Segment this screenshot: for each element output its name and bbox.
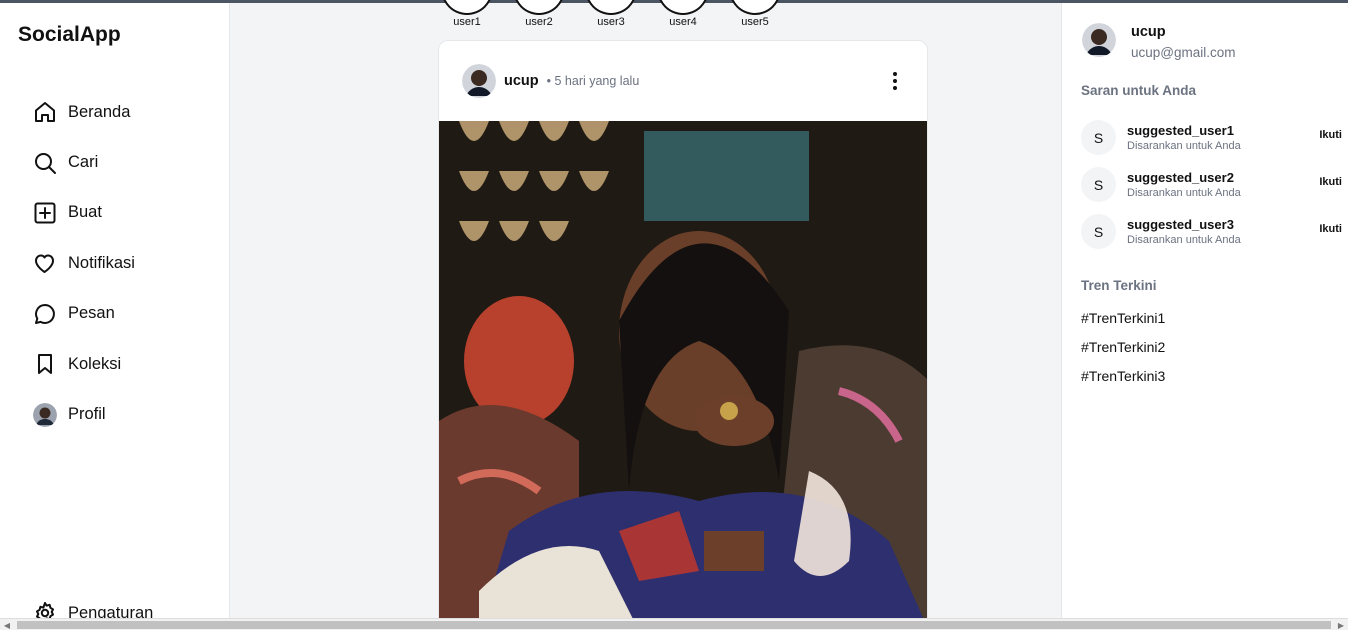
home-icon <box>32 100 57 125</box>
suggestion-subtitle: Disarankan untuk Anda <box>1127 187 1241 199</box>
nav-label: Pesan <box>68 304 115 323</box>
trend-item[interactable]: #TrenTerkini3 <box>1081 368 1165 397</box>
bookmark-icon <box>32 352 57 377</box>
suggestion-info: suggested_user3 Disarankan untuk Anda <box>1127 217 1241 246</box>
scroll-left-icon[interactable]: ◀ <box>0 619 14 630</box>
post-header: ucup • 5 hari yang lalu <box>439 41 927 121</box>
avatar[interactable]: S <box>1081 120 1116 155</box>
suggestion-info: suggested_user1 Disarankan untuk Anda <box>1127 123 1241 152</box>
nav-item-pesan[interactable]: Pesan <box>32 289 135 339</box>
nav-label: Cari <box>68 153 99 172</box>
story-item[interactable]: user1 <box>431 0 503 28</box>
story-username: user2 <box>525 16 553 28</box>
nav-label: Koleksi <box>68 354 122 373</box>
follow-button[interactable]: Ikuti <box>1319 223 1342 235</box>
trend-item[interactable]: #TrenTerkini1 <box>1081 310 1165 339</box>
post-timestamp: • 5 hari yang lalu <box>546 74 640 88</box>
scroll-right-icon[interactable]: ▶ <box>1334 619 1348 630</box>
post-image[interactable] <box>439 121 927 629</box>
current-user-info: ucup ucup@gmail.com <box>1131 23 1236 60</box>
follow-button[interactable]: Ikuti <box>1319 129 1342 141</box>
heart-icon <box>32 251 57 276</box>
trend-item[interactable]: #TrenTerkini2 <box>1081 339 1165 368</box>
nav-label: Buat <box>68 203 102 222</box>
nav-item-beranda[interactable]: Beranda <box>32 87 135 137</box>
story-username: user5 <box>741 16 769 28</box>
post-author-username[interactable]: ucup <box>504 73 539 89</box>
right-sidebar: ucup ucup@gmail.com Saran untuk Anda S s… <box>1061 3 1348 618</box>
story-avatar <box>585 0 637 15</box>
nav-item-cari[interactable]: Cari <box>32 137 135 187</box>
story-avatar <box>657 0 709 15</box>
avatar[interactable]: S <box>1081 214 1116 249</box>
main-nav: Beranda Cari Buat Notifikasi Pesan Kolek… <box>32 87 135 440</box>
nav-item-buat[interactable]: Buat <box>32 188 135 238</box>
suggestion-username[interactable]: suggested_user2 <box>1127 170 1241 185</box>
avatar <box>32 402 57 427</box>
nav-label: Beranda <box>68 102 131 121</box>
story-item[interactable]: user5 <box>719 0 791 28</box>
stories-bar: user1 user2 user3 user4 user5 <box>431 0 791 28</box>
suggestion-subtitle: Disarankan untuk Anda <box>1127 140 1241 152</box>
suggestion-username[interactable]: suggested_user3 <box>1127 217 1241 232</box>
story-item[interactable]: user3 <box>575 0 647 28</box>
story-username: user1 <box>453 16 481 28</box>
suggestions-list: S suggested_user1 Disarankan untuk Anda … <box>1081 114 1342 255</box>
current-user-avatar <box>1082 23 1116 57</box>
story-avatar <box>729 0 781 15</box>
list-item: S suggested_user3 Disarankan untuk Anda … <box>1081 208 1342 255</box>
message-circle-icon <box>32 301 57 326</box>
plus-square-icon <box>32 200 57 225</box>
search-icon <box>32 150 57 175</box>
horizontal-scrollbar[interactable]: ◀ ▶ <box>0 618 1348 630</box>
left-sidebar: SocialApp Beranda Cari Buat Notifikasi P… <box>0 3 230 625</box>
nav-item-notifikasi[interactable]: Notifikasi <box>32 238 135 288</box>
story-username: user4 <box>669 16 697 28</box>
list-item: S suggested_user2 Disarankan untuk Anda … <box>1081 161 1342 208</box>
story-item[interactable]: user2 <box>503 0 575 28</box>
nav-label: Profil <box>68 405 106 424</box>
suggestions-title: Saran untuk Anda <box>1081 83 1197 98</box>
more-vertical-icon[interactable] <box>883 69 907 93</box>
nav-item-koleksi[interactable]: Koleksi <box>32 339 135 389</box>
current-user-name: ucup <box>1131 24 1166 40</box>
current-user-email: ucup@gmail.com <box>1131 45 1236 60</box>
app-logo[interactable]: SocialApp <box>18 23 121 47</box>
suggestion-subtitle: Disarankan untuk Anda <box>1127 234 1241 246</box>
list-item: S suggested_user1 Disarankan untuk Anda … <box>1081 114 1342 161</box>
post-author-avatar[interactable] <box>462 64 496 98</box>
trends-title: Tren Terkini <box>1081 278 1157 293</box>
story-item[interactable]: user4 <box>647 0 719 28</box>
story-avatar <box>513 0 565 15</box>
follow-button[interactable]: Ikuti <box>1319 176 1342 188</box>
feed: user1 user2 user3 user4 user5 ucup • 5 h… <box>231 0 1061 630</box>
story-username: user3 <box>597 16 625 28</box>
current-user-card[interactable]: ucup ucup@gmail.com <box>1082 23 1236 60</box>
nav-label: Notifikasi <box>68 253 135 272</box>
avatar[interactable]: S <box>1081 167 1116 202</box>
profile-avatar <box>32 402 57 427</box>
nav-item-profil[interactable]: Profil <box>32 389 135 439</box>
suggestion-username[interactable]: suggested_user1 <box>1127 123 1241 138</box>
post-card: ucup • 5 hari yang lalu <box>438 40 928 630</box>
suggestion-info: suggested_user2 Disarankan untuk Anda <box>1127 170 1241 199</box>
scrollbar-thumb[interactable] <box>17 621 1331 629</box>
trends-list: #TrenTerkini1 #TrenTerkini2 #TrenTerkini… <box>1081 310 1165 397</box>
story-avatar <box>441 0 493 15</box>
